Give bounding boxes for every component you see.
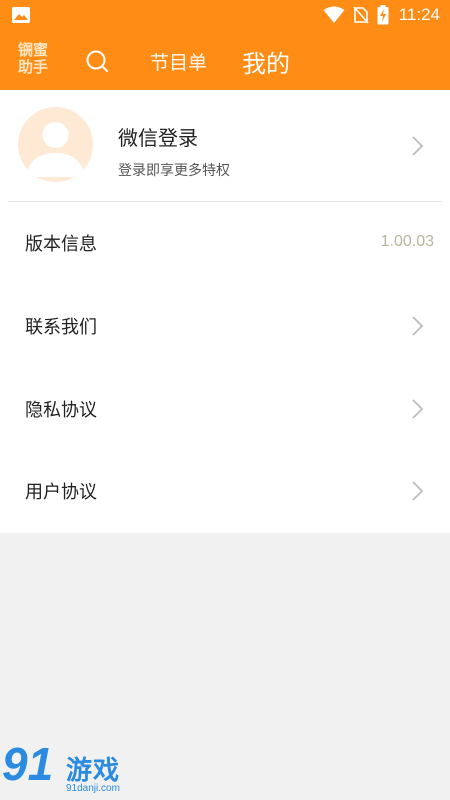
chevron-right-icon xyxy=(412,399,424,419)
app-logo: 锎蜜 助手 xyxy=(18,42,56,80)
tab-program-list[interactable]: 节目单 xyxy=(150,48,207,75)
default-avatar-icon xyxy=(26,122,85,177)
app-bar: 锎蜜 助手 节目单 我的 xyxy=(0,30,450,90)
search-icon[interactable] xyxy=(84,48,110,74)
avatar xyxy=(18,107,93,182)
menu-item-user-agreement[interactable]: 用户协议 xyxy=(0,450,450,532)
chevron-right-icon xyxy=(412,481,424,501)
wechat-login-row[interactable]: 微信登录 登录即享更多特权 xyxy=(0,90,450,202)
login-subtitle: 登录即享更多特权 xyxy=(118,163,230,179)
logo-line-1: 锎蜜 xyxy=(18,41,49,59)
logo-line-2: 助手 xyxy=(18,58,49,76)
tab-mine[interactable]: 我的 xyxy=(242,44,290,79)
no-sim-icon xyxy=(353,6,369,24)
version-number: 1.00.03 xyxy=(380,233,434,250)
menu-item-version[interactable]: 版本信息 1.00.03 xyxy=(0,202,450,284)
chevron-right-icon xyxy=(412,316,424,336)
battery-charging-icon xyxy=(377,5,389,25)
login-title: 微信登录 xyxy=(118,126,198,150)
chevron-right-icon xyxy=(412,136,424,156)
status-bar: 11:24 xyxy=(0,0,450,30)
menu-item-contact-us[interactable]: 联系我们 xyxy=(0,285,450,367)
menu-item-label: 用户协议 xyxy=(25,482,97,503)
menu-item-privacy-policy[interactable]: 隐私协议 xyxy=(0,368,450,450)
watermark-number: 91 xyxy=(2,738,54,790)
wifi-icon xyxy=(323,6,345,23)
clock-time: 11:24 xyxy=(398,5,440,24)
gallery-icon xyxy=(12,7,30,23)
watermark-url: 91danji.com xyxy=(66,783,120,794)
menu-item-label: 版本信息 xyxy=(25,234,97,255)
menu-item-label: 联系我们 xyxy=(25,317,97,338)
watermark-text: 游戏 xyxy=(66,756,121,786)
profile-content: 微信登录 登录即享更多特权 版本信息 1.00.03 联系我们 隐私协议 用户协… xyxy=(0,90,450,533)
menu-item-label: 隐私协议 xyxy=(25,400,97,421)
